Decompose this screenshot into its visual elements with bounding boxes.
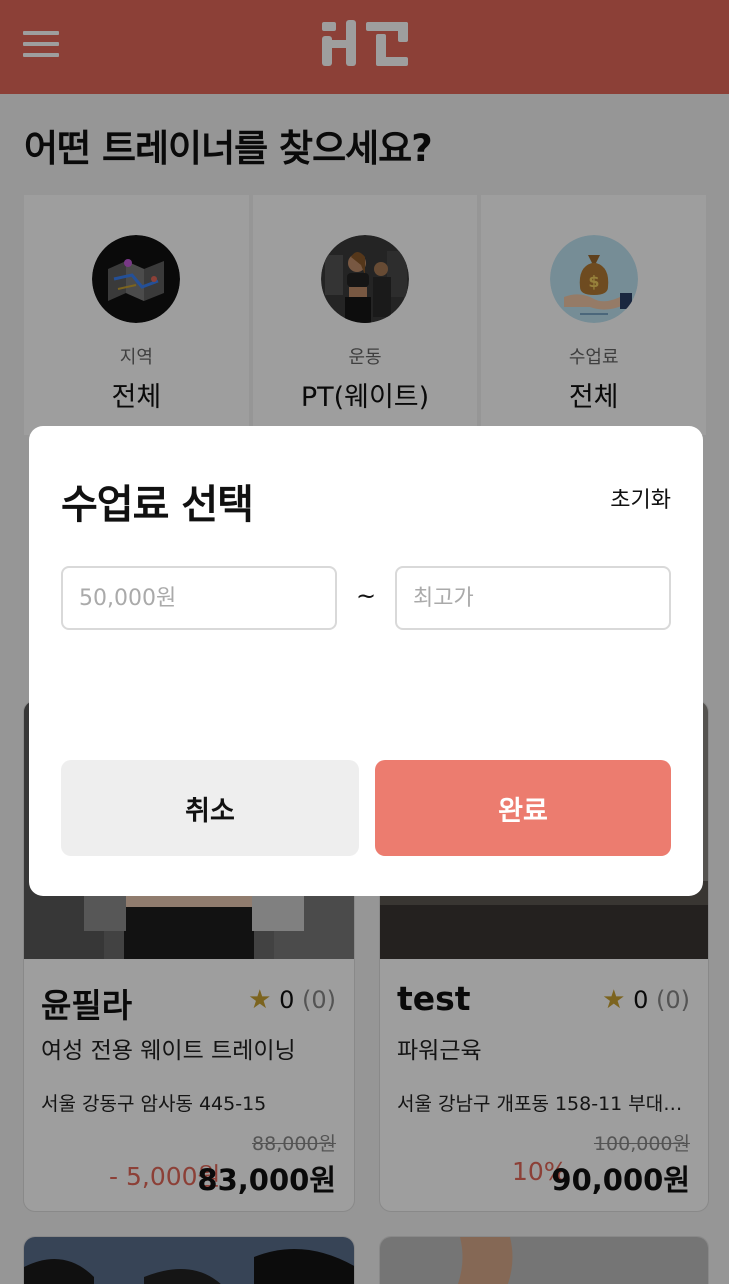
reset-button[interactable]: 초기화 — [610, 482, 671, 514]
range-separator: ~ — [356, 582, 377, 610]
max-price-input[interactable] — [395, 566, 671, 630]
cancel-button[interactable]: 취소 — [61, 760, 359, 856]
min-price-input[interactable] — [61, 566, 337, 630]
modal-title: 수업료 선택 — [61, 482, 254, 528]
confirm-button[interactable]: 완료 — [375, 760, 671, 856]
fee-select-modal: 수업료 선택 초기화 ~ 취소 완료 — [29, 426, 703, 896]
